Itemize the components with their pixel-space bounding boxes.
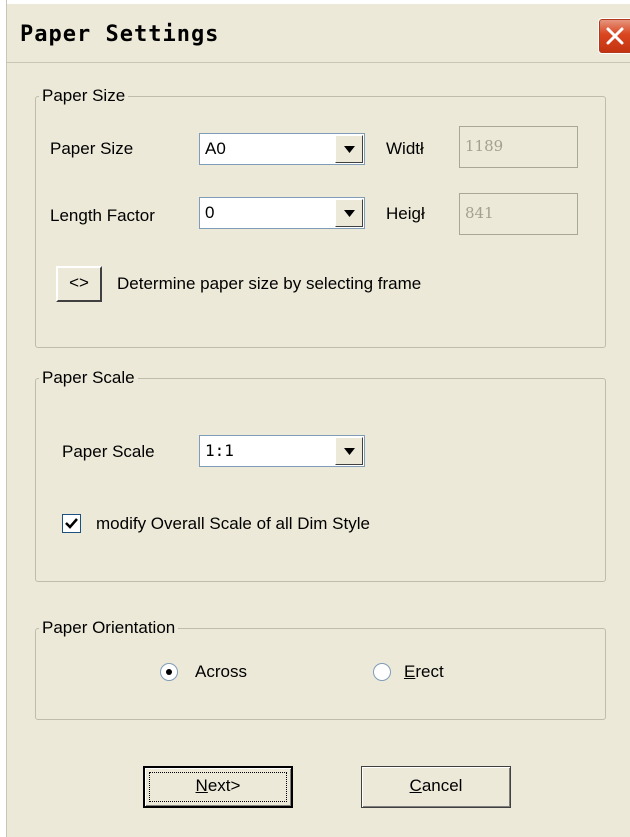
width-label: Widtł xyxy=(386,139,424,158)
modify-scale-checkbox[interactable] xyxy=(62,514,81,533)
chevron-down-icon xyxy=(344,448,355,455)
title-separator xyxy=(6,62,630,63)
erect-radio[interactable] xyxy=(373,663,391,681)
dialog-title: Paper Settings xyxy=(20,22,220,47)
across-label: Across xyxy=(195,662,247,681)
paper-size-legend: Paper Size xyxy=(42,86,126,105)
paper-size-dropdown-button[interactable] xyxy=(335,135,363,163)
modify-scale-label: modify Overall Scale of all Dim Style xyxy=(96,514,370,533)
paper-scale-legend: Paper Scale xyxy=(42,368,135,387)
paper-scale-dropdown-button[interactable] xyxy=(335,437,363,465)
width-field: 1189 xyxy=(459,126,578,168)
length-factor-label: Length Factor xyxy=(50,206,155,225)
close-icon xyxy=(606,27,624,45)
paper-scale-label: Paper Scale xyxy=(62,442,155,461)
next-button-label: Next> xyxy=(195,776,241,795)
window-left-border xyxy=(0,0,7,837)
next-button[interactable]: Next> xyxy=(143,766,293,808)
length-factor-value: 0 xyxy=(205,203,215,222)
paper-orientation-group: Paper Orientation xyxy=(35,618,606,720)
cancel-button[interactable]: Cancel xyxy=(361,766,511,808)
height-value: 841 xyxy=(465,204,494,222)
paper-scale-select[interactable]: 1:1 xyxy=(199,435,365,467)
close-button[interactable] xyxy=(598,18,630,54)
width-value: 1189 xyxy=(465,137,504,155)
chevron-down-icon xyxy=(344,146,355,153)
paper-orientation-legend: Paper Orientation xyxy=(42,618,176,637)
paper-size-select[interactable]: A0 xyxy=(199,133,365,165)
height-label: Heigł xyxy=(386,204,425,223)
paper-scale-value: 1:1 xyxy=(205,441,234,460)
paper-scale-group: Paper Scale xyxy=(35,368,606,582)
across-radio[interactable] xyxy=(160,663,178,681)
select-frame-button[interactable]: <> xyxy=(56,266,102,302)
length-factor-select[interactable]: 0 xyxy=(199,197,365,229)
select-frame-text: Determine paper size by selecting frame xyxy=(117,274,422,293)
paper-size-value: A0 xyxy=(205,139,226,158)
checkmark-icon xyxy=(65,518,78,529)
erect-label: Erect xyxy=(404,662,444,681)
paper-size-label: Paper Size xyxy=(50,139,134,158)
cancel-button-label: Cancel xyxy=(409,776,463,795)
height-field: 841 xyxy=(459,193,578,235)
length-factor-dropdown-button[interactable] xyxy=(335,199,363,227)
window-top-border xyxy=(0,0,630,4)
chevron-down-icon xyxy=(344,210,355,217)
